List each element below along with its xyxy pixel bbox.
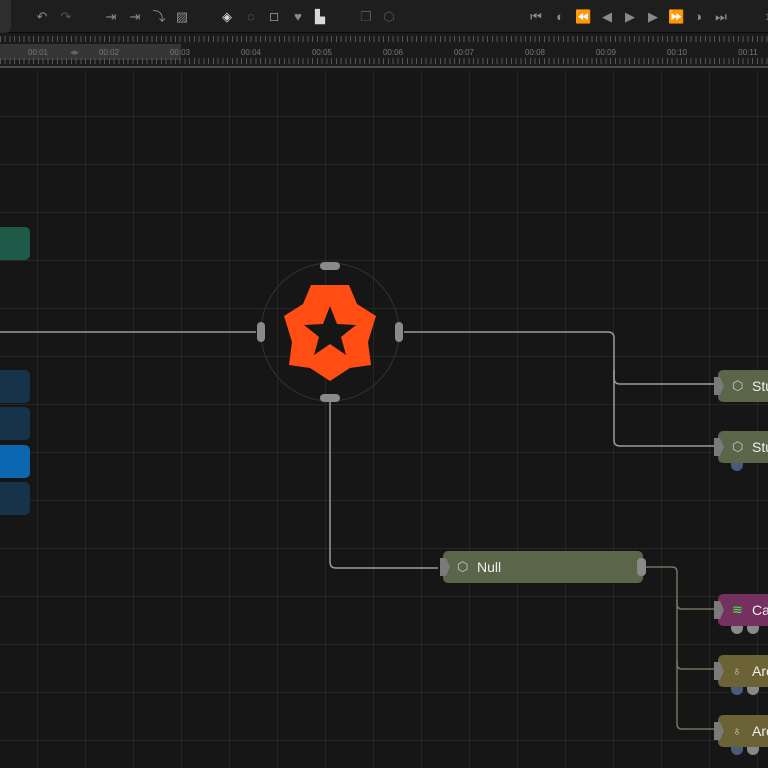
node-label: Stu xyxy=(752,439,768,455)
root-handle-right[interactable] xyxy=(395,322,403,342)
redo-icon[interactable]: ↷ xyxy=(58,9,74,25)
node-graph-canvas[interactable]: ⬡ Stu ⬡ Stu ⬡ Null ≋ Ca ♁ Arc ♁ Arc xyxy=(0,70,768,768)
cube-icon: ⬡ xyxy=(732,378,744,393)
lightbulb-icon: ♁ xyxy=(732,723,742,738)
node-label: Arc xyxy=(752,723,768,739)
graph-node-ca[interactable]: ≋ Ca xyxy=(718,594,768,626)
root-handle-top[interactable] xyxy=(320,262,340,270)
timeline-label: 00:09 xyxy=(595,48,617,57)
root-handle-left[interactable] xyxy=(257,322,265,342)
ruler-ticks-top xyxy=(0,36,768,42)
lasso-icon[interactable]: ◌ xyxy=(243,9,259,25)
play-icon[interactable]: ▶ xyxy=(621,9,639,25)
import-icon[interactable]: ⇥ xyxy=(103,9,119,25)
graph-node-arc-1[interactable]: ♁ Arc xyxy=(718,655,768,687)
scrub-handle-icon[interactable]: ◂▸ xyxy=(70,47,79,58)
timeline-ruler[interactable]: ◂▸ 00:01 00:02 00:03 00:04 00:05 00:06 00:07 00… xyxy=(0,34,768,68)
timeline-label: 00:01 xyxy=(27,48,49,57)
skip-end-icon[interactable]: ⏭ xyxy=(713,9,729,25)
graph-node-null[interactable]: ⬡ Null xyxy=(443,551,643,583)
step-back-icon[interactable]: ◀ xyxy=(599,9,615,25)
node-label: Ca xyxy=(752,602,768,618)
loop-end-icon[interactable]: ◑ xyxy=(690,9,706,25)
paint-icon[interactable]: ♥ xyxy=(290,9,306,25)
timeline-label: 00:06 xyxy=(382,48,404,57)
wire-root-to-stu2 xyxy=(613,370,716,447)
left-node-4[interactable] xyxy=(0,445,30,478)
left-node-3[interactable] xyxy=(0,407,30,440)
graph-node-stu-2[interactable]: ⬡ Stu xyxy=(718,431,768,463)
camera-stream-icon: ≋ xyxy=(732,602,743,617)
export-icon[interactable]: ⇥ xyxy=(127,9,143,25)
wires xyxy=(0,262,716,730)
skip-start-icon[interactable]: ⏮ xyxy=(528,9,544,25)
wire-root-to-stu1 xyxy=(404,331,716,385)
fast-forward-icon[interactable]: ⏩ xyxy=(668,9,684,25)
cube-icon: ⬡ xyxy=(732,439,744,454)
left-node-2[interactable] xyxy=(0,370,30,403)
undo-icon[interactable]: ↶ xyxy=(34,9,50,25)
cube-icon: ⬡ xyxy=(457,559,469,574)
timeline-label: 00:03 xyxy=(169,48,191,57)
left-node-1[interactable] xyxy=(0,227,30,260)
node-label: Null xyxy=(477,559,502,575)
timeline-label: 00:05 xyxy=(311,48,333,57)
image-icon[interactable]: ▨ xyxy=(174,9,190,25)
loop-start-icon[interactable]: ◐ xyxy=(552,9,568,25)
wire-null-to-arc2 xyxy=(676,660,716,730)
cube-add-icon[interactable]: ⬡ xyxy=(381,9,397,25)
null-output-handle[interactable] xyxy=(637,558,646,576)
group-icon[interactable]: ❐ xyxy=(358,9,374,25)
timeline-label: 00:08 xyxy=(524,48,546,57)
timeline-label: 00:11 xyxy=(738,48,758,57)
node-label: Arc xyxy=(752,663,768,679)
select-rect-icon[interactable]: □ xyxy=(266,9,282,25)
timeline-label: 00:10 xyxy=(666,48,688,57)
step-forward-icon[interactable]: ▶ xyxy=(645,9,661,25)
left-node-5[interactable] xyxy=(0,482,30,515)
tab-stub[interactable] xyxy=(0,0,11,33)
anchor-icon[interactable]: ◈ xyxy=(219,9,235,25)
node-label: Stu xyxy=(752,378,768,394)
wire-root-to-null xyxy=(329,402,438,569)
ruler-ticks-bottom xyxy=(0,58,768,64)
connect-icon[interactable]: ⤵ xyxy=(151,9,167,25)
lightbulb-icon: ♁ xyxy=(732,663,742,678)
timeline-label: 00:04 xyxy=(240,48,262,57)
timeline-label: 00:02 xyxy=(98,48,120,57)
star-gear-logo xyxy=(284,285,376,381)
graph-node-stu-1[interactable]: ⬡ Stu xyxy=(718,370,768,402)
toolbar: ↶ ↷ ⇥ ⇥ ⤵ ▨ ◈ ◌ □ ♥ ▙ ❐ ⬡ ⏮ ◐ ⏪ ◀ ▶ ▶ ⏩ … xyxy=(0,0,768,33)
root-handle-bottom[interactable] xyxy=(320,394,340,402)
frame-readout: 1 xyxy=(765,12,768,22)
stamp-icon[interactable]: ▙ xyxy=(312,9,328,25)
rewind-icon[interactable]: ⏪ xyxy=(575,9,591,25)
graph-node-arc-2[interactable]: ♁ Arc xyxy=(718,715,768,747)
wire-null-to-ca xyxy=(646,566,716,610)
timeline-label: 00:07 xyxy=(453,48,475,57)
wire-null-to-arc1 xyxy=(676,600,716,670)
